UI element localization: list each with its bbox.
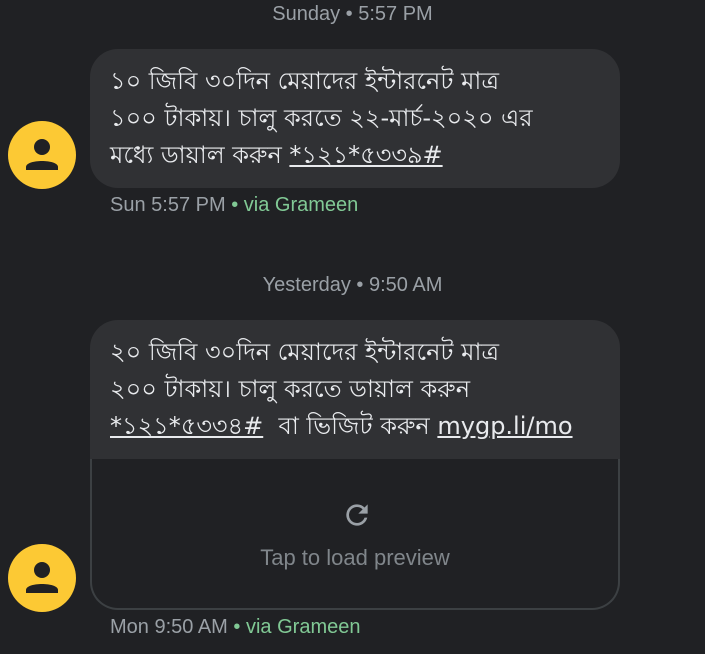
message-line: *১২১*৫৩৩৪# বা ভিজিট করুন mygp.li/mo: [110, 408, 598, 445]
sender-avatar[interactable]: [8, 121, 76, 189]
sender-avatar[interactable]: [8, 544, 76, 612]
sim-label: via Grameen: [243, 194, 359, 216]
refresh-icon[interactable]: [341, 499, 373, 531]
message-bubble[interactable]: ২০ জিবি ৩০দিন মেয়াদের ইন্টারনেট মাত্র ২…: [90, 320, 620, 480]
url-link[interactable]: mygp.li/mo: [437, 412, 572, 440]
message-meta: Sun 5:57 PM • via Grameen: [110, 194, 358, 217]
tap-to-load-preview[interactable]: Tap to load preview: [92, 545, 618, 571]
link-preview[interactable]: Tap to load preview: [90, 459, 620, 610]
date-divider-sunday: Sunday • 5:57 PM: [272, 3, 433, 25]
message-timestamp: Sun 5:57 PM: [110, 194, 226, 216]
meta-separator: •: [231, 194, 239, 216]
message-text-segment: বা ভিজিট করুন: [263, 412, 438, 440]
ussd-code-link[interactable]: *১২১*৫৩৩৪#: [110, 412, 263, 440]
sim-label: via Grameen: [245, 616, 361, 638]
message-line: ২০ জিবি ৩০দিন মেয়াদের ইন্টারনেট মাত্র: [110, 338, 500, 366]
message-line: মধ্যে ডায়াল করুন *১২১*৫৩৩৯#: [110, 137, 598, 174]
message-bubble[interactable]: ১০ জিবি ৩০দিন মেয়াদের ইন্টারনেট মাত্র ১…: [90, 49, 620, 188]
person-icon: [26, 139, 58, 170]
message-text: ২০ জিবি ৩০দিন মেয়াদের ইন্টারনেট মাত্র ২…: [90, 320, 620, 445]
message-timestamp: Mon 9:50 AM: [110, 616, 228, 638]
meta-separator: •: [233, 616, 241, 638]
message-line: ২০০ টাকায়। চালু করতে ডায়াল করুন: [110, 375, 471, 403]
message-line: ১০ জিবি ৩০দিন মেয়াদের ইন্টারনেট মাত্র: [110, 67, 500, 95]
message-meta: Mon 9:50 AM • via Grameen: [110, 616, 360, 639]
ussd-code-link[interactable]: *১২১*৫৩৩৯#: [289, 141, 442, 169]
person-icon: [26, 562, 58, 593]
message-line: ১০০ টাকায়। চালু করতে ২২-মার্চ-২০২০ এর: [110, 104, 533, 132]
date-divider-yesterday: Yesterday • 9:50 AM: [262, 274, 443, 296]
message-text-segment: মধ্যে ডায়াল করুন: [110, 141, 290, 169]
message-text: ১০ জিবি ৩০দিন মেয়াদের ইন্টারনেট মাত্র ১…: [90, 49, 620, 174]
